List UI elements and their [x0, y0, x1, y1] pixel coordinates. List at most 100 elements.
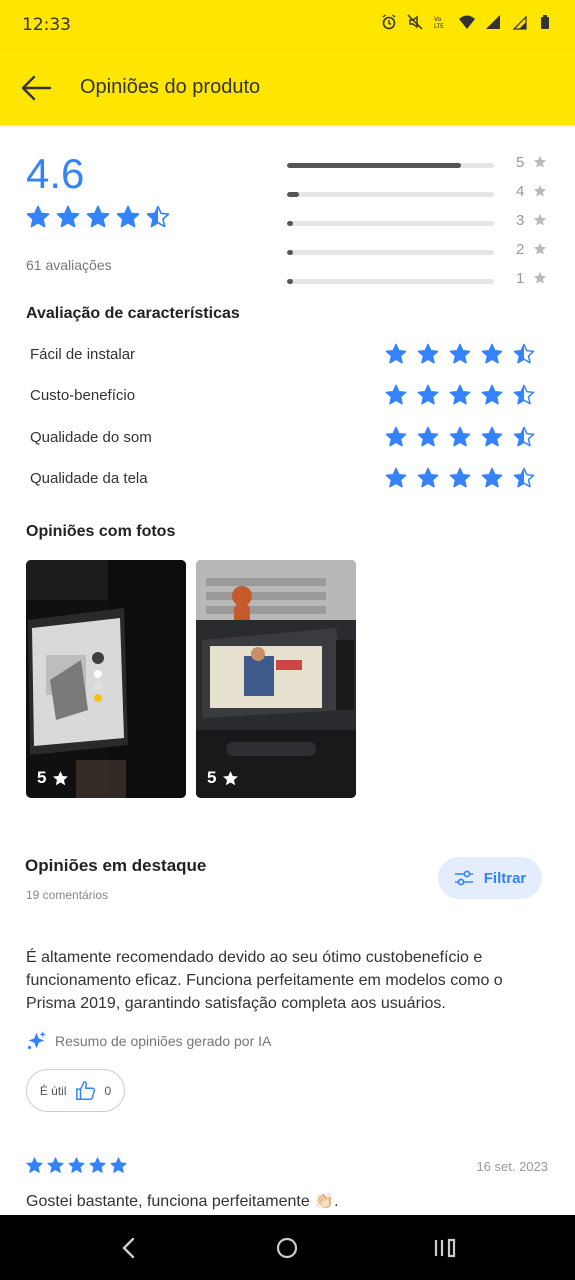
rating-bar-track — [287, 163, 494, 168]
rating-bar-fill — [287, 250, 294, 255]
star-icon — [533, 213, 547, 232]
overall-stars — [26, 205, 170, 229]
star-half-icon — [513, 343, 535, 365]
feature-stars — [385, 343, 535, 365]
rating-bar-fill — [287, 279, 294, 284]
star-full-icon — [26, 1157, 43, 1174]
feature-row: Qualidade do som — [30, 419, 540, 460]
svg-text:Vo: Vo — [434, 16, 442, 23]
review-date: 16 set. 2023 — [476, 1159, 548, 1174]
feature-row: Qualidade da tela — [30, 460, 540, 501]
star-full-icon — [449, 467, 471, 489]
back-arrow-icon[interactable] — [18, 70, 54, 106]
star-full-icon — [481, 384, 503, 406]
feature-stars — [385, 384, 535, 406]
star-full-icon — [86, 205, 110, 229]
overall-rating: 4.6 61 avaliações — [26, 150, 170, 273]
star-icon — [533, 242, 547, 261]
review-photo-image — [196, 560, 356, 798]
rating-bar-row: 2 — [287, 239, 552, 268]
rating-bar-track — [287, 279, 494, 284]
star-full-icon — [26, 205, 50, 229]
rating-bar-fill — [287, 221, 294, 226]
useful-label: É útil — [39, 1083, 67, 1098]
feature-stars — [385, 467, 535, 489]
app-bar: Opiniões do produto — [0, 50, 575, 125]
rating-bar-fill — [287, 192, 300, 197]
useful-count: 0 — [104, 1083, 112, 1098]
thumbs-up-icon — [75, 1080, 95, 1100]
feature-row: Custo-benefício — [30, 377, 540, 418]
star-half-icon — [146, 205, 170, 229]
rating-bar-track — [287, 221, 494, 226]
star-full-icon — [449, 426, 471, 448]
star-full-icon — [481, 426, 503, 448]
feature-stars — [385, 426, 535, 448]
nav-back-icon[interactable] — [115, 1235, 141, 1261]
review-photo[interactable]: 5 — [26, 560, 186, 798]
feature-label: Fácil de instalar — [30, 346, 136, 363]
rating-count: 61 avaliações — [26, 257, 112, 273]
star-full-icon — [56, 205, 80, 229]
rating-distribution: 5 4 3 2 1 — [287, 152, 552, 297]
nav-home-icon[interactable] — [274, 1235, 300, 1261]
rating-bar-row: 1 — [287, 268, 552, 297]
rating-score: 4.6 — [26, 150, 85, 197]
status-icons: Vo LTE — [381, 14, 553, 30]
photo-rating-badge: 5 — [37, 768, 69, 788]
star-icon — [223, 770, 239, 785]
star-icon — [533, 155, 547, 174]
filter-button[interactable]: Filtrar — [438, 857, 542, 899]
useful-button[interactable]: É útil 0 — [26, 1069, 125, 1112]
star-icon — [533, 184, 547, 203]
nav-recents-icon[interactable] — [433, 1235, 459, 1261]
star-full-icon — [417, 467, 439, 489]
rating-bar-fill — [287, 163, 461, 168]
review-stars — [26, 1157, 127, 1174]
rating-bar-label: 4 — [516, 183, 525, 200]
photo-rating-value: 5 — [37, 768, 47, 787]
review-photo[interactable]: 5 — [196, 560, 356, 798]
star-icon — [53, 770, 69, 785]
star-full-icon — [417, 426, 439, 448]
photo-rating-value: 5 — [207, 768, 217, 787]
photos-title: Opiniões com fotos — [26, 523, 176, 540]
highlights-title: Opiniões em destaque — [25, 856, 207, 875]
rating-bar-row: 4 — [287, 181, 552, 210]
ai-sparkle-icon — [27, 1031, 46, 1050]
rating-bar-label: 1 — [516, 270, 525, 287]
star-full-icon — [481, 467, 503, 489]
ai-summary-label: Resumo de opiniões gerado por IA — [26, 1030, 271, 1051]
star-full-icon — [449, 384, 471, 406]
star-full-icon — [385, 343, 407, 365]
star-full-icon — [110, 1157, 127, 1174]
filter-label: Filtrar — [483, 869, 527, 887]
star-full-icon — [481, 343, 503, 365]
rating-bar-track — [287, 250, 494, 255]
star-half-icon — [513, 426, 535, 448]
star-full-icon — [89, 1157, 106, 1174]
rating-bar-label: 2 — [516, 241, 525, 258]
star-full-icon — [47, 1157, 64, 1174]
signal-5g-icon — [512, 15, 527, 30]
star-full-icon — [449, 343, 471, 365]
photo-rating-badge: 5 — [207, 768, 239, 788]
star-half-icon — [513, 384, 535, 406]
ai-label-text: Resumo de opiniões gerado por IA — [55, 1032, 272, 1049]
review-text: Gostei bastante, funciona perfeitamente … — [26, 1193, 339, 1210]
rating-bar-row: 3 — [287, 210, 552, 239]
feature-label: Custo-benefício — [30, 387, 136, 405]
star-full-icon — [116, 205, 140, 229]
ai-summary-text: É altamente recomendado devido ao seu ót… — [26, 949, 503, 1012]
star-half-icon — [513, 467, 535, 489]
system-nav-bar — [0, 1215, 575, 1280]
rating-bar-label: 3 — [516, 212, 525, 229]
star-full-icon — [417, 384, 439, 406]
svg-text:LTE: LTE — [434, 23, 444, 30]
feature-label: Qualidade da tela — [30, 469, 148, 487]
star-full-icon — [68, 1157, 85, 1174]
status-time: 12:33 — [22, 15, 71, 35]
mute-icon — [407, 14, 423, 30]
rating-bar-track — [287, 192, 494, 197]
signal-icon — [486, 15, 500, 29]
